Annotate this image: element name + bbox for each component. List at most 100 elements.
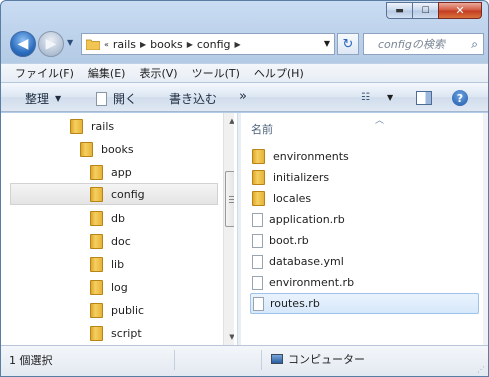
tree-item-public[interactable]: public (90, 299, 144, 321)
explorer-window: ▬ ☐ ✕ ◀ ▶ ▼ « rails ▶ books ▶ config ▶ ▼… (0, 0, 489, 377)
tree-item-app[interactable]: app (90, 161, 132, 183)
folder-icon (90, 279, 103, 295)
forward-arrow-icon: ▶ (45, 36, 57, 52)
file-item-initializers[interactable]: initializers (252, 167, 329, 188)
folder-icon (252, 191, 265, 206)
breadcrumb-overflow[interactable]: « (104, 40, 109, 49)
document-icon (96, 91, 107, 106)
caption-buttons: ▬ ☐ ✕ (386, 2, 482, 19)
forward-button[interactable]: ▶ (38, 31, 64, 57)
tree-item-label: config (111, 187, 145, 201)
folder-icon (90, 302, 103, 318)
scroll-up-icon[interactable]: ▲ (224, 113, 234, 129)
tree-item-label: doc (111, 234, 131, 248)
tree-item-doc[interactable]: doc (90, 230, 131, 252)
tree-item-label: db (111, 211, 125, 225)
menu-edit[interactable]: 編集(E) (88, 65, 126, 81)
view-options-icon[interactable]: ☷ (361, 92, 370, 103)
address-bar[interactable]: « rails ▶ books ▶ config ▶ ▼ (81, 33, 335, 55)
menu-view[interactable]: 表示(V) (139, 65, 177, 81)
computer-icon (271, 354, 283, 364)
resize-grip-icon[interactable]: ⋰ (477, 365, 485, 374)
tree-item-label: log (111, 280, 128, 294)
file-item-label: routes.rb (270, 297, 320, 310)
file-item-routes-rb[interactable]: routes.rb (250, 293, 479, 314)
open-button[interactable]: 開く (96, 90, 137, 107)
maximize-button[interactable]: ☐ (412, 2, 438, 19)
file-icon (252, 212, 263, 227)
tree-item-lib[interactable]: lib (90, 253, 124, 275)
chevron-right-icon[interactable]: ▶ (187, 40, 193, 49)
organize-button[interactable]: 整理 ▼ (25, 90, 61, 107)
file-item-label: boot.rb (269, 234, 309, 247)
burn-label: 書き込む (169, 92, 218, 106)
file-item-environment-rb[interactable]: environment.rb (252, 272, 354, 293)
pane-splitter[interactable] (237, 113, 241, 345)
file-item-database-yml[interactable]: database.yml (252, 251, 344, 272)
close-button[interactable]: ✕ (438, 2, 482, 19)
tree-item-log[interactable]: log (90, 276, 128, 298)
navigation-pane[interactable]: rails books app config db doc lib log pu… (8, 113, 234, 345)
breadcrumb-books[interactable]: books (150, 38, 183, 51)
breadcrumb-rails[interactable]: rails (113, 38, 136, 51)
menu-help[interactable]: ヘルプ(H) (254, 65, 304, 81)
tree-item-script[interactable]: script (90, 322, 142, 344)
preview-pane-icon[interactable] (416, 91, 432, 105)
folder-icon (252, 149, 265, 164)
file-item-environments[interactable]: environments (252, 146, 349, 167)
view-dropdown-icon[interactable]: ▼ (387, 93, 393, 102)
scrollbar-thumb[interactable] (225, 171, 234, 227)
tree-item-label: rails (91, 119, 115, 133)
folder-icon (90, 325, 103, 341)
file-item-boot-rb[interactable]: boot.rb (252, 230, 309, 251)
back-arrow-icon: ◀ (17, 36, 29, 52)
folder-icon (80, 141, 93, 157)
breadcrumb-config[interactable]: config (197, 38, 231, 51)
more-commands-button[interactable]: » (239, 89, 247, 104)
tree-item-db[interactable]: db (90, 207, 125, 229)
menu-file[interactable]: ファイル(F) (15, 65, 74, 81)
scroll-down-icon[interactable]: ▼ (224, 329, 234, 345)
back-button[interactable]: ◀ (10, 31, 36, 57)
minimize-button[interactable]: ▬ (386, 2, 412, 19)
tree-item-books[interactable]: books (80, 138, 134, 160)
chevron-right-icon[interactable]: ▶ (235, 40, 241, 49)
folder-icon (70, 118, 83, 134)
open-label: 開く (113, 92, 138, 106)
navigation-row: ◀ ▶ ▼ « rails ▶ books ▶ config ▶ ▼ ↻ con… (7, 29, 484, 59)
tree-item-config[interactable]: config (10, 183, 218, 205)
column-header-name[interactable]: 名前 (251, 121, 273, 137)
tree-item-label: lib (111, 257, 125, 271)
menu-bar: ファイル(F) 編集(E) 表示(V) ツール(T) ヘルプ(H) (1, 63, 488, 82)
navigation-scrollbar[interactable]: ▲ ▼ (223, 113, 234, 345)
status-bar: 1 個選択 コンピューター ⋰ (1, 345, 488, 376)
file-item-locales[interactable]: locales (252, 188, 311, 209)
tree-item-rails[interactable]: rails (70, 115, 114, 137)
sort-ascending-icon: ︿ (375, 116, 385, 126)
help-icon[interactable]: ? (452, 90, 468, 106)
status-location-label: コンピューター (288, 353, 365, 366)
file-list-pane[interactable]: 名前 ︿ environments initializers locales a… (242, 113, 483, 345)
folder-icon (86, 39, 100, 50)
chevron-down-icon: ▼ (55, 94, 62, 103)
status-divider (174, 350, 175, 370)
address-dropdown-icon[interactable]: ▼ (324, 39, 330, 48)
search-icon[interactable]: ⌕ (471, 37, 478, 52)
file-item-label: database.yml (269, 255, 344, 268)
search-input[interactable]: configの検索 ⌕ (363, 33, 484, 55)
tree-item-label: script (111, 326, 142, 340)
file-item-application-rb[interactable]: application.rb (252, 209, 345, 230)
refresh-button[interactable]: ↻ (337, 33, 359, 55)
file-item-label: application.rb (269, 213, 345, 226)
burn-button[interactable]: 書き込む (169, 90, 217, 107)
organize-label: 整理 (25, 92, 50, 106)
recent-pages-dropdown-icon[interactable]: ▼ (67, 38, 73, 47)
file-item-label: environment.rb (269, 276, 355, 289)
file-icon (253, 296, 264, 311)
menu-tools[interactable]: ツール(T) (192, 65, 240, 81)
file-icon (252, 233, 263, 248)
tree-item-label: app (111, 165, 132, 179)
chevron-right-icon[interactable]: ▶ (140, 40, 146, 49)
file-item-label: environments (273, 150, 349, 163)
refresh-icon: ↻ (342, 36, 354, 52)
